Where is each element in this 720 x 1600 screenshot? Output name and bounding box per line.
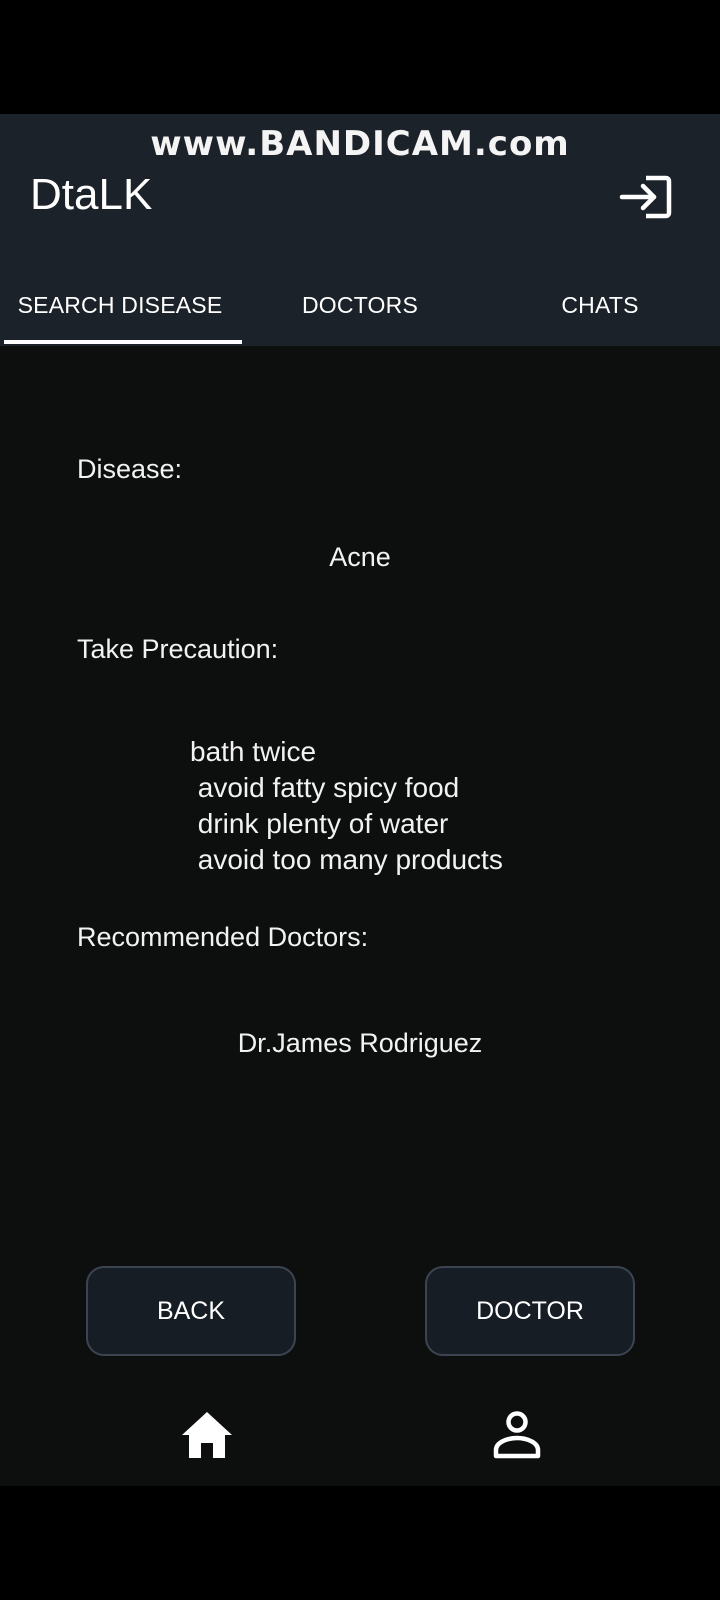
- app-title: DtaLK: [30, 170, 153, 219]
- tab-indicator: [4, 340, 242, 344]
- app-screen: www.BANDICAM.com DtaLK SEARCH DISEASE DO…: [0, 114, 720, 1486]
- precaution-item: avoid too many products: [190, 844, 503, 875]
- precaution-item: bath twice: [190, 736, 317, 767]
- recommended-doctor: Dr.James Rodriguez: [237, 1028, 483, 1058]
- nav-profile[interactable]: [488, 1406, 546, 1464]
- doctor-button[interactable]: DOCTOR: [425, 1266, 635, 1356]
- home-icon: [182, 1412, 232, 1458]
- nav-home[interactable]: [178, 1406, 236, 1464]
- tab-doctors[interactable]: DOCTORS: [240, 264, 480, 346]
- disease-label: Disease:: [77, 454, 183, 484]
- logout-button[interactable]: [618, 172, 674, 222]
- app-bar: www.BANDICAM.com DtaLK SEARCH DISEASE DO…: [0, 114, 720, 346]
- precaution-item: avoid fatty spicy food: [190, 772, 460, 803]
- tab-bar: SEARCH DISEASE DOCTORS CHATS: [0, 264, 720, 346]
- precaution-item: drink plenty of water: [190, 808, 449, 839]
- doctors-label: Recommended Doctors:: [77, 922, 369, 952]
- tab-chats[interactable]: CHATS: [480, 264, 720, 346]
- watermark: www.BANDICAM.com: [150, 124, 570, 164]
- precaution-list: bath twice avoid fatty spicy food drink …: [190, 734, 503, 878]
- disease-value: Acne: [329, 542, 391, 572]
- tab-search-disease[interactable]: SEARCH DISEASE: [0, 264, 240, 346]
- person-icon: [493, 1411, 541, 1459]
- precaution-label: Take Precaution:: [77, 634, 279, 664]
- back-button[interactable]: BACK: [86, 1266, 296, 1356]
- login-arrow-icon: [619, 175, 672, 219]
